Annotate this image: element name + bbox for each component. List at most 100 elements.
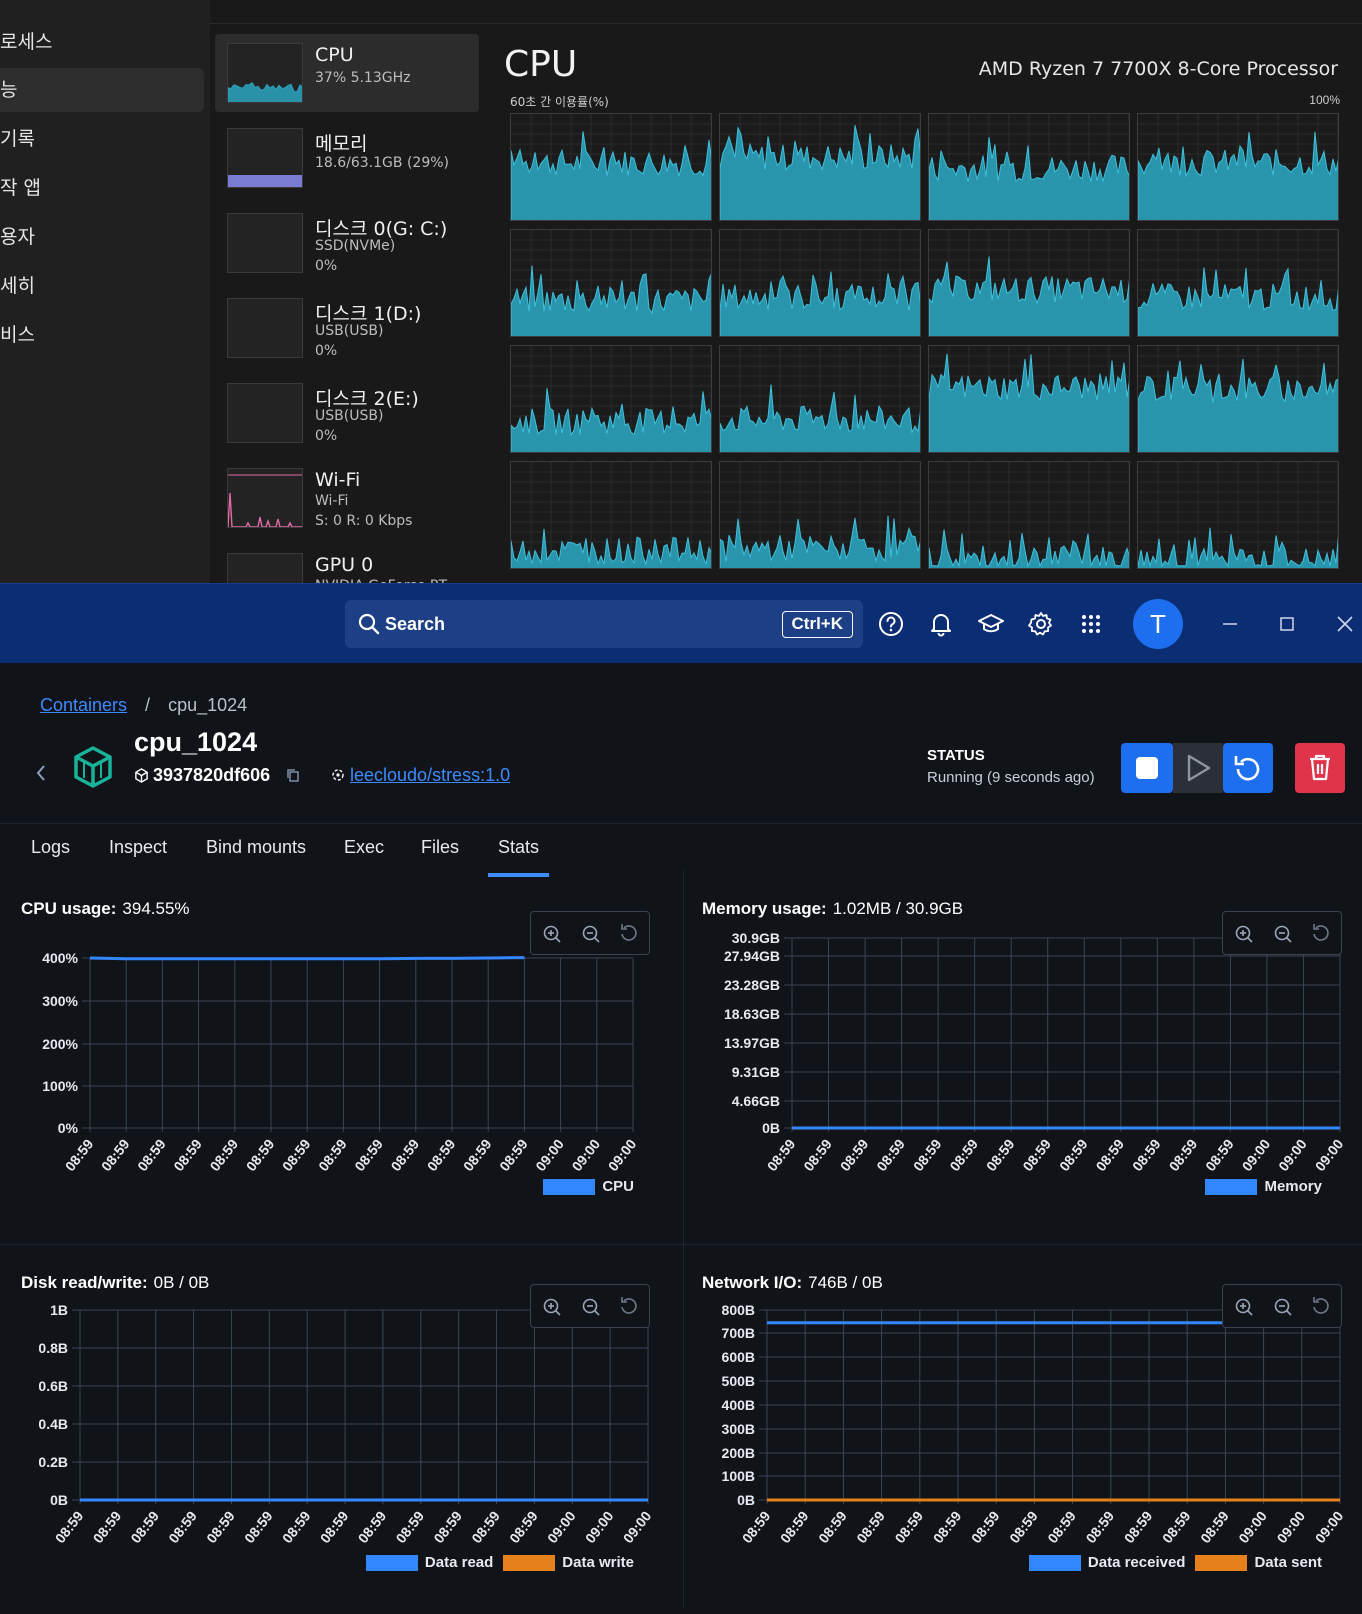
y-tick-label: 300B <box>722 1421 755 1437</box>
user-avatar[interactable]: T <box>1133 599 1183 649</box>
graduation-cap-icon[interactable] <box>977 610 1005 638</box>
device-item[interactable]: GPU 0NVIDIA GeForce RT... <box>215 544 479 583</box>
core-usage-area <box>929 353 1129 452</box>
device-item[interactable]: CPU 37% 5.13GHz <box>215 34 479 112</box>
y-tick-label: 4.66GB <box>732 1093 780 1109</box>
task-manager-nav-item[interactable]: 세히 <box>0 264 204 308</box>
core-graph <box>719 229 921 337</box>
reset-zoom-icon[interactable] <box>1313 1297 1329 1314</box>
y-tick-label: 800B <box>722 1302 755 1318</box>
legend-item[interactable]: Data sent <box>1195 1554 1322 1572</box>
minimize-icon[interactable] <box>1216 610 1244 638</box>
chart-legend: CPU <box>533 1178 634 1196</box>
zoom-out-icon[interactable] <box>1274 925 1292 943</box>
zoom-out-icon[interactable] <box>582 925 600 943</box>
task-manager-nav-item[interactable]: 작 앱 <box>0 166 204 210</box>
help-icon[interactable] <box>877 610 905 638</box>
restart-button[interactable] <box>1223 743 1273 793</box>
breadcrumb-containers-link[interactable]: Containers <box>40 695 127 715</box>
zoom-in-icon[interactable] <box>1235 1298 1253 1316</box>
reset-zoom-icon[interactable] <box>1313 924 1329 941</box>
chart-title-value: 1.02MB / 30.9GB <box>832 899 964 918</box>
y-tick-label: 300% <box>42 993 78 1009</box>
y-tick-label: 0B <box>50 1492 68 1508</box>
gear-icon[interactable] <box>1027 610 1055 638</box>
device-thumbnail-graph <box>227 43 303 103</box>
zoom-out-icon[interactable] <box>582 1298 600 1316</box>
task-manager-nav-item[interactable]: 비스 <box>0 313 204 357</box>
legend-swatch <box>1028 1555 1081 1572</box>
device-item[interactable]: 디스크 2(E:) USB(USB) 0% <box>215 374 479 452</box>
device-name: 디스크 2(E:) <box>315 388 419 410</box>
task-manager-nav-item[interactable]: 기록 <box>0 117 204 161</box>
core-graph <box>719 345 921 453</box>
chart-title-label: Disk read/write: <box>21 1273 148 1292</box>
device-item[interactable]: Wi-Fi Wi-Fi S: 0 R: 0 Kbps <box>215 459 479 537</box>
container-id-value: 3937820df606 <box>153 765 271 785</box>
zoom-in-icon[interactable] <box>1235 925 1253 943</box>
core-graph <box>1137 229 1339 337</box>
device-detail: 0% <box>315 343 338 359</box>
legend-item[interactable]: Memory <box>1205 1178 1322 1196</box>
x-tick-label: 08:59 <box>98 1136 133 1174</box>
legend-item[interactable]: CPU <box>543 1178 634 1196</box>
container-image-link[interactable]: leecloudo/stress:1.0 <box>350 765 510 785</box>
device-item[interactable]: 메모리 18.6/63.1GB (29%) <box>215 119 479 197</box>
reset-zoom-icon[interactable] <box>621 924 637 941</box>
close-icon[interactable] <box>1331 610 1359 638</box>
x-tick-label: 08:59 <box>1159 1508 1194 1546</box>
delete-button[interactable] <box>1295 743 1345 793</box>
x-tick-label: 09:00 <box>620 1508 655 1546</box>
bell-icon[interactable] <box>927 610 955 638</box>
x-tick-label: 08:59 <box>424 1136 459 1174</box>
x-tick-label: 08:59 <box>1197 1508 1232 1546</box>
core-graph <box>928 229 1130 337</box>
header-divider <box>0 823 1362 824</box>
copy-icon[interactable] <box>285 767 301 783</box>
container-cube-icon <box>74 746 112 788</box>
y-tick-label: 13.97GB <box>724 1035 780 1051</box>
task-manager-nav-item[interactable]: 능 <box>0 68 204 112</box>
chart-zoom-controls <box>1222 1284 1342 1328</box>
task-manager-nav-item[interactable]: 로세스 <box>0 20 204 64</box>
legend-item[interactable]: Data write <box>503 1554 634 1572</box>
y-tick-label: 0.2B <box>38 1454 68 1470</box>
legend-item[interactable]: Data received <box>1028 1554 1185 1572</box>
y-tick-label: 400% <box>42 950 78 966</box>
device-detail: USB(USB) <box>315 408 384 424</box>
legend-item[interactable]: Data read <box>365 1554 493 1572</box>
search-bar[interactable]: Search Ctrl+K <box>345 600 863 648</box>
zoom-out-icon[interactable] <box>1274 1298 1292 1316</box>
reset-zoom-icon[interactable] <box>621 1297 637 1314</box>
x-tick-label: 08:59 <box>207 1136 242 1174</box>
chart-legend: Memory <box>1195 1178 1322 1196</box>
device-item[interactable]: 디스크 0(G: C:) SSD(NVMe) 0% <box>215 204 479 282</box>
device-name: CPU <box>315 44 354 66</box>
apps-grid-icon[interactable] <box>1077 610 1105 638</box>
device-name: GPU 0 <box>315 554 374 576</box>
zoom-in-icon[interactable] <box>543 1298 561 1316</box>
zoom-in-icon[interactable] <box>543 925 561 943</box>
x-tick-label: 08:59 <box>1093 1136 1128 1174</box>
task-manager-nav-item[interactable]: 용자 <box>0 215 204 259</box>
x-tick-label: 08:59 <box>460 1136 495 1174</box>
x-tick-label: 09:00 <box>1275 1136 1310 1174</box>
maximize-icon[interactable] <box>1273 610 1301 638</box>
top-app-bar: Search Ctrl+K T <box>0 583 1362 663</box>
processor-name: AMD Ryzen 7 7700X 8-Core Processor <box>978 58 1338 80</box>
x-tick-label: 08:59 <box>739 1508 774 1546</box>
utilization-axis-max: 100% <box>1309 93 1340 107</box>
device-item[interactable]: 디스크 1(D:) USB(USB) 0% <box>215 289 479 367</box>
chevron-left-icon[interactable] <box>34 763 48 783</box>
chart-title-label: Network I/O: <box>702 1273 803 1292</box>
core-graph <box>928 461 1130 569</box>
x-tick-label: 08:59 <box>203 1508 238 1546</box>
chart-title: Network I/O: 746B / 0B <box>702 1273 883 1293</box>
breadcrumb-separator: / <box>145 695 151 715</box>
x-tick-label: 08:59 <box>1202 1136 1237 1174</box>
x-tick-label: 08:59 <box>930 1508 965 1546</box>
x-tick-label: 08:59 <box>393 1508 428 1546</box>
x-tick-label: 08:59 <box>968 1508 1003 1546</box>
start-button[interactable] <box>1173 743 1223 793</box>
device-sparkline <box>228 384 303 443</box>
